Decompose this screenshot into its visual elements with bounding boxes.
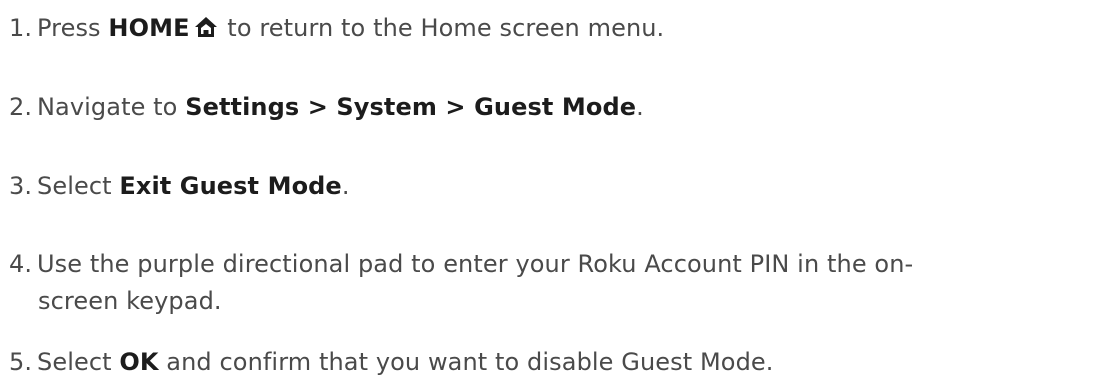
step-text: and confirm that you want to disable Gue… — [158, 348, 774, 376]
step-number: 2. — [9, 93, 33, 121]
step-text: to return to the Home screen menu. — [219, 14, 665, 42]
step-number: 1. — [9, 14, 33, 42]
step-2: 2. Navigate to Settings > System > Guest … — [9, 89, 644, 126]
instruction-steps: 1. Press HOME to return to the Home scree… — [0, 0, 1119, 387]
step-text: . — [636, 93, 644, 121]
step-text: Press — [37, 14, 109, 42]
step-3: 3. Select Exit Guest Mode. — [9, 168, 350, 205]
home-icon — [194, 12, 218, 49]
step-4: 4. Use the purple directional pad to ente… — [9, 246, 1109, 320]
step-text: Select — [37, 348, 120, 376]
step-text: Use the purple directional pad to enter … — [37, 250, 914, 278]
step-text-continued: screen keypad. — [38, 287, 222, 315]
home-button-label: HOME — [108, 14, 190, 42]
step-number: 4. — [9, 250, 33, 278]
step-text: Navigate to — [37, 93, 186, 121]
step-5: 5. Select OK and confirm that you want to… — [9, 344, 774, 381]
step-text: . — [341, 172, 350, 200]
step-text: Select — [37, 172, 120, 200]
exit-guest-mode-label: Exit Guest Mode — [119, 172, 342, 200]
step-number: 3. — [9, 172, 33, 200]
step-1: 1. Press HOME to return to the Home scree… — [9, 10, 664, 49]
ok-label: OK — [119, 348, 159, 376]
settings-path: Settings > System > Guest Mode — [185, 93, 637, 121]
step-number: 5. — [9, 348, 33, 376]
